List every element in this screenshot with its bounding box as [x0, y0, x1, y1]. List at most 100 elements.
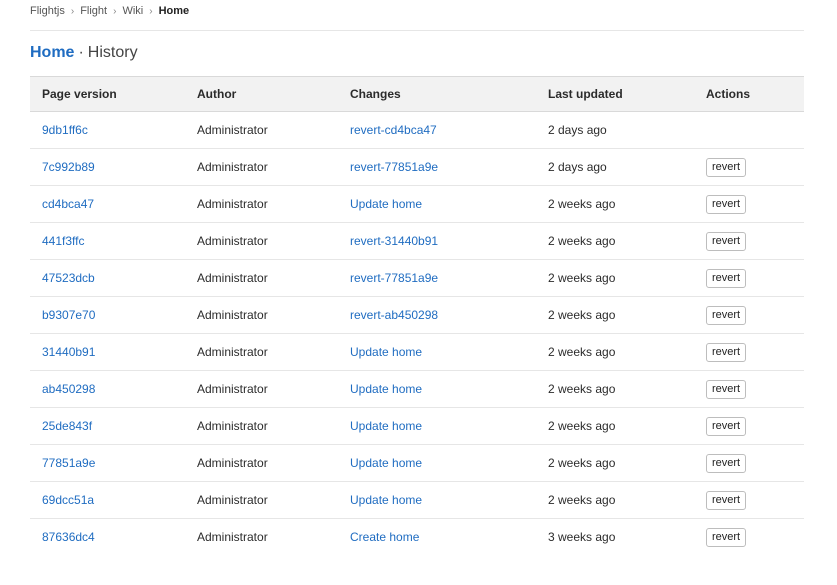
revert-button[interactable]: revert — [706, 194, 747, 214]
history-table-body: 9db1ff6c Administrator revert-cd4bca47 2 da… — [30, 111, 804, 556]
author-cell: Administrator — [185, 259, 338, 297]
changes-cell: revert-77851a9e — [338, 148, 536, 186]
change-link[interactable]: revert-77851a9e — [350, 271, 438, 285]
actions-cell: revert — [694, 296, 804, 334]
revert-button[interactable]: revert — [706, 305, 747, 325]
version-link[interactable]: 31440b91 — [42, 345, 95, 359]
table-row: 9db1ff6c Administrator revert-cd4bca47 2 da… — [30, 111, 804, 149]
column-header-page-version: Page version — [30, 76, 185, 112]
change-link[interactable]: Create home — [350, 530, 419, 544]
table-row: 77851a9e Administrator Update home 2 weeks … — [30, 444, 804, 482]
change-link[interactable]: Update home — [350, 345, 422, 359]
version-cell: ab450298 — [30, 370, 185, 408]
revert-button[interactable]: revert — [706, 453, 747, 473]
page-title-link[interactable]: Home — [30, 44, 74, 61]
breadcrumb-item-flightjs[interactable]: Flightjs — [30, 5, 65, 17]
change-link[interactable]: revert-cd4bca47 — [350, 123, 437, 137]
last-updated-cell: 2 weeks ago — [536, 296, 694, 334]
author-cell: Administrator — [185, 333, 338, 371]
changes-cell: Create home — [338, 519, 536, 556]
version-link[interactable]: 69dcc51a — [42, 493, 94, 507]
version-link[interactable]: 7c992b89 — [42, 160, 95, 174]
revert-button[interactable]: revert — [706, 157, 747, 177]
actions-cell: revert — [694, 407, 804, 445]
revert-button[interactable]: revert — [706, 231, 747, 251]
chevron-right-icon: › — [70, 5, 75, 17]
change-link[interactable]: revert-31440b91 — [350, 234, 438, 248]
actions-cell — [694, 111, 804, 149]
breadcrumb-current: Home — [158, 5, 190, 17]
table-row: 31440b91 Administrator Update home 2 weeks … — [30, 333, 804, 371]
history-table-header: Page version Author Changes Last updated… — [30, 76, 804, 112]
revert-button[interactable]: revert — [706, 342, 747, 362]
actions-cell: revert — [694, 519, 804, 556]
change-link[interactable]: Update home — [350, 456, 422, 470]
version-link[interactable]: ab450298 — [42, 382, 95, 396]
breadcrumb-item-wiki[interactable]: Wiki — [122, 5, 143, 17]
change-link[interactable]: revert-ab450298 — [350, 308, 438, 322]
version-cell: 69dcc51a — [30, 481, 185, 519]
author-cell: Administrator — [185, 296, 338, 334]
breadcrumb-item-flight[interactable]: Flight — [80, 5, 107, 17]
last-updated-cell: 2 days ago — [536, 148, 694, 186]
version-link[interactable]: b9307e70 — [42, 308, 95, 322]
actions-cell: revert — [694, 185, 804, 223]
change-link[interactable]: Update home — [350, 493, 422, 507]
changes-cell: revert-77851a9e — [338, 259, 536, 297]
actions-cell: revert — [694, 370, 804, 408]
version-cell: b9307e70 — [30, 296, 185, 334]
last-updated-cell: 2 weeks ago — [536, 222, 694, 260]
author-cell: Administrator — [185, 370, 338, 408]
column-header-changes: Changes — [338, 76, 536, 112]
version-cell: 441f3ffc — [30, 222, 185, 260]
version-link[interactable]: 77851a9e — [42, 456, 95, 470]
table-row: 25de843f Administrator Update home 2 weeks … — [30, 407, 804, 445]
table-header-row: Page version Author Changes Last updated… — [30, 76, 804, 112]
version-link[interactable]: 25de843f — [42, 419, 92, 433]
change-link[interactable]: Update home — [350, 419, 422, 433]
changes-cell: Update home — [338, 333, 536, 371]
revert-button[interactable]: revert — [706, 268, 747, 288]
history-table: Page version Author Changes Last updated… — [30, 76, 804, 555]
actions-cell: revert — [694, 148, 804, 186]
chevron-right-icon: › — [113, 5, 117, 17]
version-link[interactable]: cd4bca47 — [42, 197, 94, 211]
last-updated-cell: 2 weeks ago — [536, 259, 694, 297]
author-cell: Administrator — [185, 222, 338, 260]
table-row: b9307e70 Administrator revert-ab450298 2 we… — [30, 296, 804, 334]
version-cell: 87636dc4 — [30, 519, 185, 556]
author-cell: Administrator — [185, 481, 338, 519]
version-cell: 47523dcb — [30, 259, 185, 297]
author-cell: Administrator — [185, 407, 338, 445]
page-title: Home · History — [30, 43, 138, 63]
actions-cell: revert — [694, 259, 804, 297]
actions-cell: revert — [694, 481, 804, 519]
author-cell: Administrator — [185, 111, 338, 149]
changes-cell: Update home — [338, 444, 536, 482]
version-cell: 25de843f — [30, 407, 185, 445]
changes-cell: Update home — [338, 407, 536, 445]
version-link[interactable]: 47523dcb — [42, 271, 95, 285]
version-cell: 9db1ff6c — [30, 111, 185, 149]
version-cell: 31440b91 — [30, 333, 185, 371]
revert-button[interactable]: revert — [706, 416, 747, 436]
last-updated-cell: 2 weeks ago — [536, 407, 694, 445]
breadcrumb: Flightjs › Flight › Wiki › Home — [30, 4, 189, 18]
revert-button[interactable]: revert — [706, 379, 747, 399]
changes-cell: revert-cd4bca47 — [338, 111, 536, 149]
version-link[interactable]: 9db1ff6c — [42, 123, 88, 137]
revert-button[interactable]: revert — [706, 490, 747, 510]
revert-button[interactable]: revert — [706, 527, 747, 547]
version-cell: 7c992b89 — [30, 148, 185, 186]
chevron-right-icon: › — [149, 5, 153, 17]
table-row: cd4bca47 Administrator Update home 2 weeks … — [30, 185, 804, 223]
changes-cell: Update home — [338, 370, 536, 408]
change-link[interactable]: revert-77851a9e — [350, 160, 438, 174]
column-header-actions: Actions — [694, 76, 804, 112]
change-link[interactable]: Update home — [350, 382, 422, 396]
version-link[interactable]: 87636dc4 — [42, 530, 95, 544]
version-link[interactable]: 441f3ffc — [42, 234, 84, 248]
change-link[interactable]: Update home — [350, 197, 422, 211]
table-row: 87636dc4 Administrator Create home 3 weeks … — [30, 519, 804, 556]
page-subtitle: History — [87, 44, 138, 61]
